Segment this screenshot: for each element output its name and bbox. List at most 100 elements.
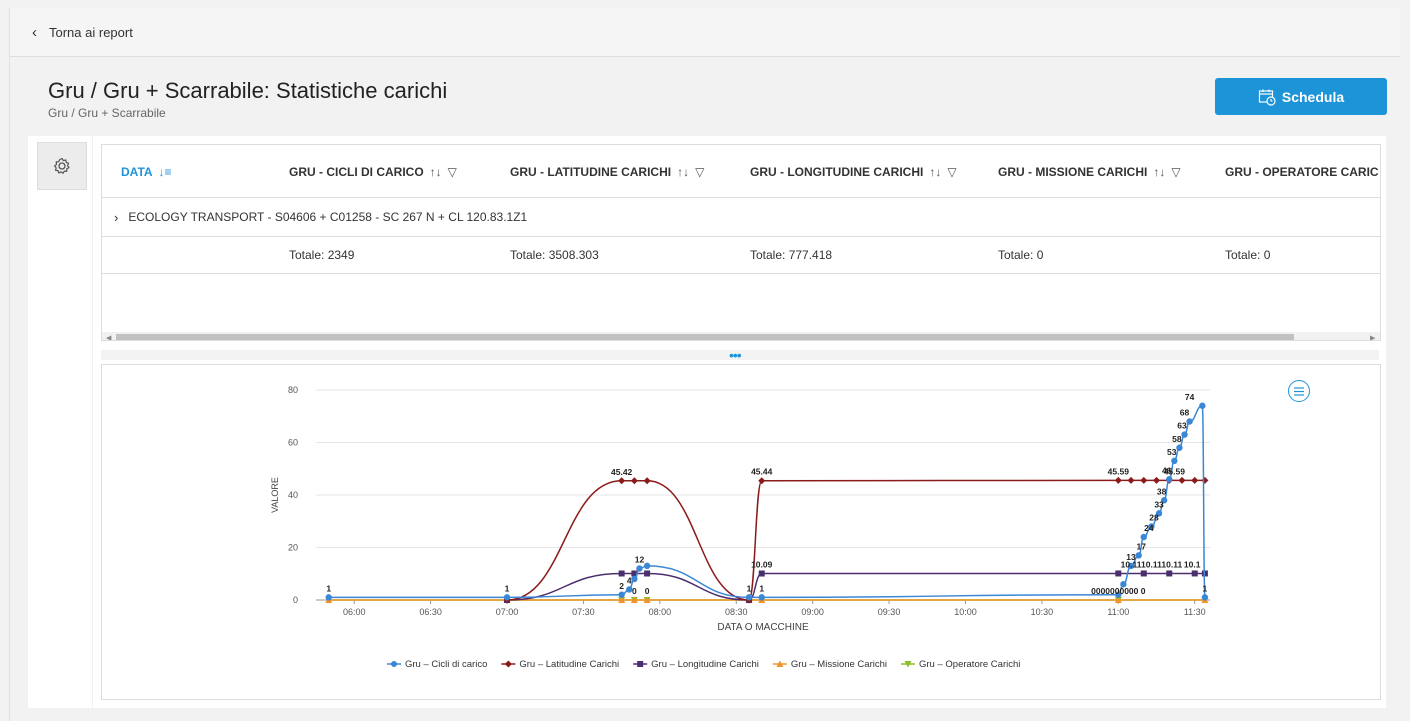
series-point — [1171, 457, 1178, 465]
series-point — [1201, 476, 1209, 484]
data-label: 74 — [1185, 392, 1195, 402]
column-header-operatore[interactable]: GRU - OPERATORE CARIC — [1225, 165, 1379, 179]
column-label: DATA — [121, 165, 153, 179]
y-tick-label: 60 — [288, 438, 298, 448]
series-point — [1127, 476, 1135, 484]
x-tick-label: 10:30 — [1031, 607, 1054, 617]
page-title: Gru / Gru + Scarrabile: Statistiche cari… — [48, 78, 448, 103]
data-label: 10.11 — [1121, 559, 1142, 569]
total-latitudine: Totale: 3508.303 — [510, 248, 599, 262]
y-tick-label: 40 — [288, 490, 298, 500]
data-label: 10.11 — [1161, 559, 1182, 569]
series-point — [1114, 476, 1122, 484]
y-tick-label: 0 — [293, 595, 298, 605]
line-chart: 02040608006:00 06:30 07:00 07:30 08:00 08:30 0… — [270, 385, 1210, 670]
grid-header: DATA ↓≡ GRU - CICLI DI CARICO ↑↓ ▽ GRU - LA… — [102, 145, 1380, 198]
data-label: 1 — [759, 583, 764, 593]
scroll-left-icon[interactable]: ◀ — [106, 332, 111, 340]
series-point — [618, 570, 625, 577]
data-label: 1 — [747, 583, 752, 593]
data-label: 4 — [627, 576, 632, 586]
series-point — [1140, 476, 1148, 484]
data-label: 45.59 — [1108, 466, 1130, 476]
column-header-cicli[interactable]: GRU - CICLI DI CARICO ↑↓ ▽ — [289, 165, 457, 179]
x-tick-label: 07:00 — [496, 607, 519, 617]
sort-icon[interactable]: ↑↓ — [1153, 165, 1165, 179]
series-point — [1140, 533, 1147, 541]
chart-menu-button[interactable] — [1288, 380, 1310, 402]
back-label: Torna ai report — [49, 24, 133, 40]
series-point — [636, 565, 643, 572]
data-grid: DATA ↓≡ GRU - CICLI DI CARICO ↑↓ ▽ GRU - LA… — [101, 144, 1381, 341]
series-point — [1178, 476, 1186, 484]
data-label: 28 — [1149, 513, 1159, 523]
x-tick-label: 06:00 — [343, 607, 366, 617]
x-tick-label: 11:30 — [1184, 607, 1206, 617]
y-axis-label: VALORE — [270, 477, 280, 513]
series-point — [644, 570, 651, 577]
data-label: 53 — [1167, 447, 1177, 457]
filter-icon[interactable]: ▽ — [448, 165, 457, 179]
x-tick-label: 08:30 — [725, 607, 748, 617]
column-header-latitudine[interactable]: GRU - LATITUDINE CARICHI ↑↓ ▽ — [510, 165, 704, 179]
data-label: 38 — [1157, 486, 1167, 496]
series-point — [745, 594, 753, 601]
column-header-data[interactable]: DATA ↓≡ — [121, 165, 172, 179]
total-missione: Totale: 0 — [998, 248, 1044, 262]
data-label: 1 — [1203, 583, 1208, 593]
chevron-right-icon[interactable]: › — [114, 210, 118, 225]
series-point — [758, 570, 765, 577]
data-label: 45.59 — [1164, 466, 1186, 476]
series-point — [758, 594, 765, 601]
column-label: GRU - MISSIONE CARICHI — [998, 165, 1148, 179]
horizontal-scrollbar[interactable]: ◀ ▶ — [102, 332, 1380, 340]
series-point — [618, 591, 625, 598]
group-row[interactable]: › ECOLOGY TRANSPORT - S04606 + C01258 - … — [102, 198, 1380, 237]
series-line — [507, 479, 1205, 601]
group-label: ECOLOGY TRANSPORT - S04606 + C01258 - SC… — [128, 210, 528, 224]
sort-icon[interactable]: ↑↓ — [929, 165, 941, 179]
sort-icon[interactable]: ↑↓ — [677, 165, 689, 179]
series-point — [1140, 570, 1147, 577]
column-header-missione[interactable]: GRU - MISSIONE CARICHI ↑↓ ▽ — [998, 165, 1181, 179]
x-tick-label: 08:00 — [649, 607, 672, 617]
filter-icon[interactable]: ▽ — [947, 165, 956, 179]
data-label: 24 — [1144, 523, 1154, 533]
sort-icon[interactable]: ↑↓ — [430, 165, 442, 179]
settings-panel — [28, 136, 92, 708]
data-label: 58 — [1172, 434, 1182, 444]
data-label: 0 — [632, 586, 637, 596]
total-longitudine: Totale: 777.418 — [750, 248, 833, 262]
series-point — [1166, 570, 1173, 577]
column-label: GRU - LATITUDINE CARICHI — [510, 165, 672, 179]
data-label: 0 — [645, 586, 650, 596]
data-label: 63 — [1177, 421, 1187, 431]
series-point — [1115, 570, 1122, 577]
scrollbar-thumb[interactable] — [116, 334, 1294, 340]
series-point — [1191, 570, 1198, 577]
schedule-button[interactable]: Schedula — [1215, 78, 1387, 115]
back-to-reports-link[interactable]: ‹ Torna ai report — [32, 24, 133, 41]
drag-handle-icon[interactable]: ••• — [729, 347, 742, 363]
series-point — [618, 477, 626, 485]
series-point — [1153, 476, 1161, 484]
column-label: GRU - OPERATORE CARIC — [1225, 165, 1379, 179]
x-tick-label: 10:00 — [954, 607, 977, 617]
x-tick-label: 06:30 — [419, 607, 442, 617]
column-header-longitudine[interactable]: GRU - LONGITUDINE CARICHI ↑↓ ▽ — [750, 165, 957, 179]
data-label: 45.44 — [751, 467, 773, 477]
filter-icon[interactable]: ▽ — [1171, 165, 1180, 179]
totals-row: Totale: 2349 Totale: 3508.303 Totale: 77… — [102, 237, 1380, 274]
panel-splitter[interactable]: ••• — [101, 347, 1379, 363]
x-tick-label: 11:00 — [1107, 607, 1129, 617]
hamburger-icon — [1294, 386, 1304, 396]
sort-desc-icon[interactable]: ↓≡ — [159, 165, 172, 179]
data-label: 1 — [326, 583, 331, 593]
filter-icon[interactable]: ▽ — [695, 165, 704, 179]
scroll-right-icon[interactable]: ▶ — [1370, 332, 1375, 340]
data-label: 68 — [1180, 408, 1190, 418]
series-point — [1135, 552, 1142, 559]
data-label: 10.09 — [751, 560, 773, 570]
series-point — [1199, 402, 1206, 409]
settings-button[interactable] — [37, 142, 87, 190]
